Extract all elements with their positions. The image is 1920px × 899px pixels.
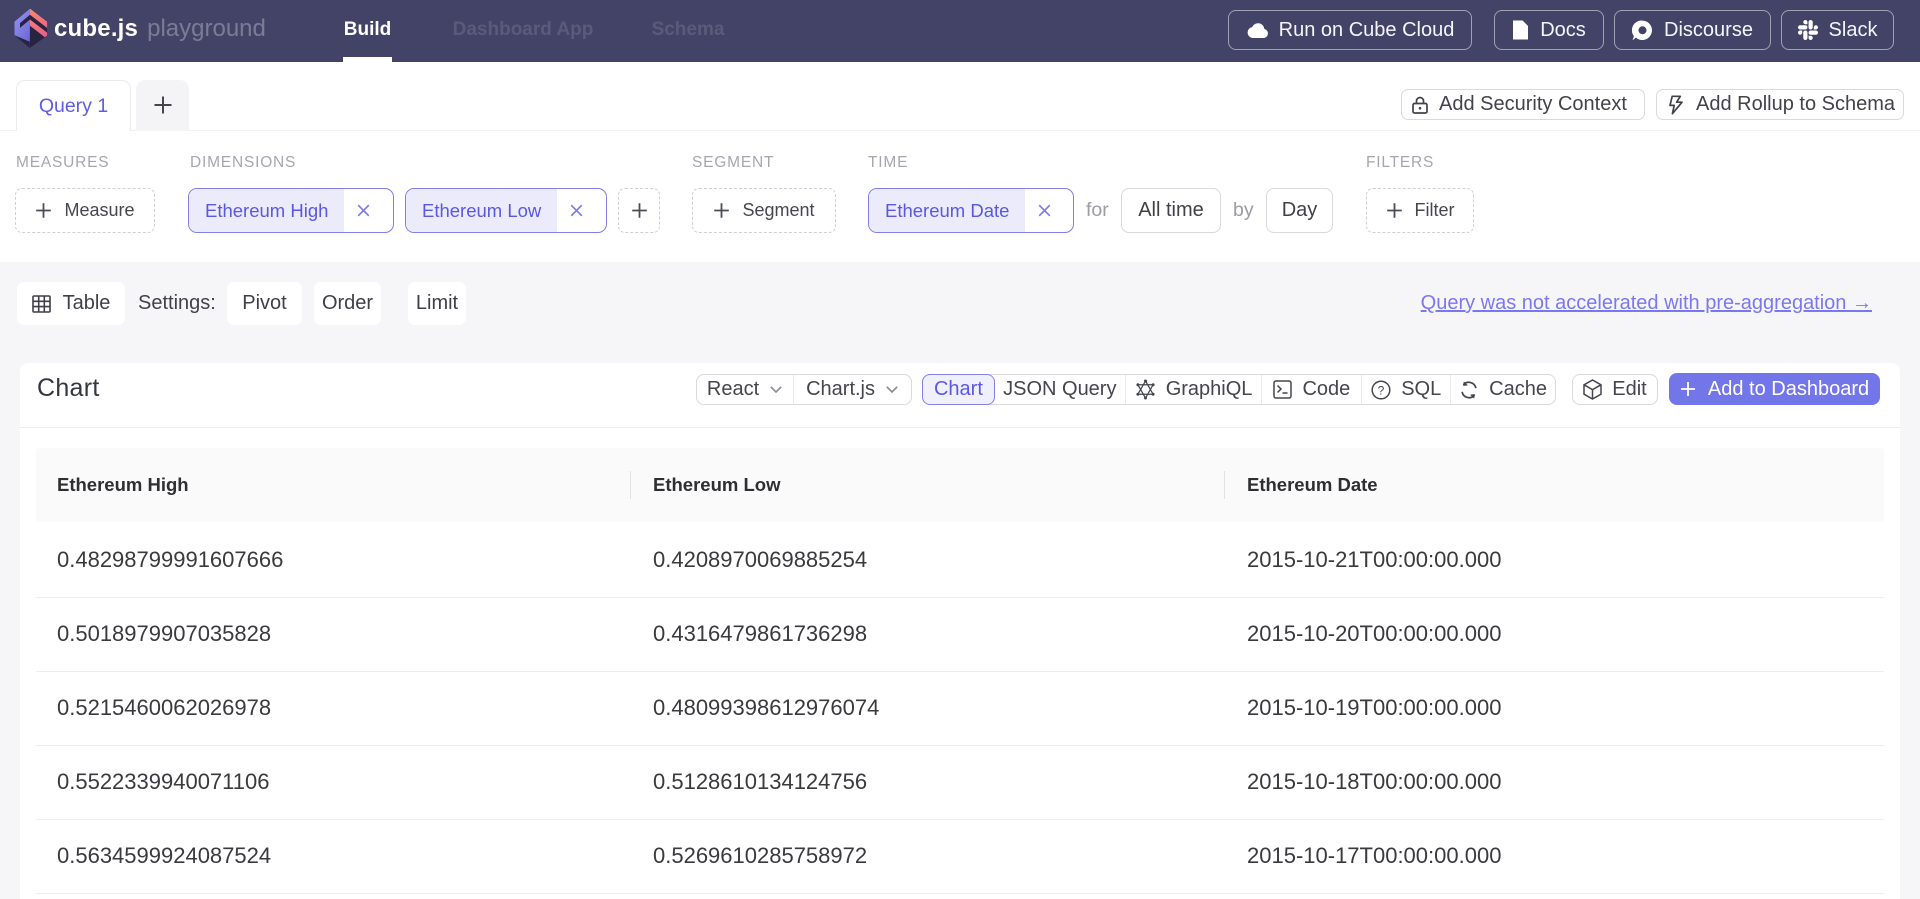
svg-text:?: ? [1378,383,1385,397]
